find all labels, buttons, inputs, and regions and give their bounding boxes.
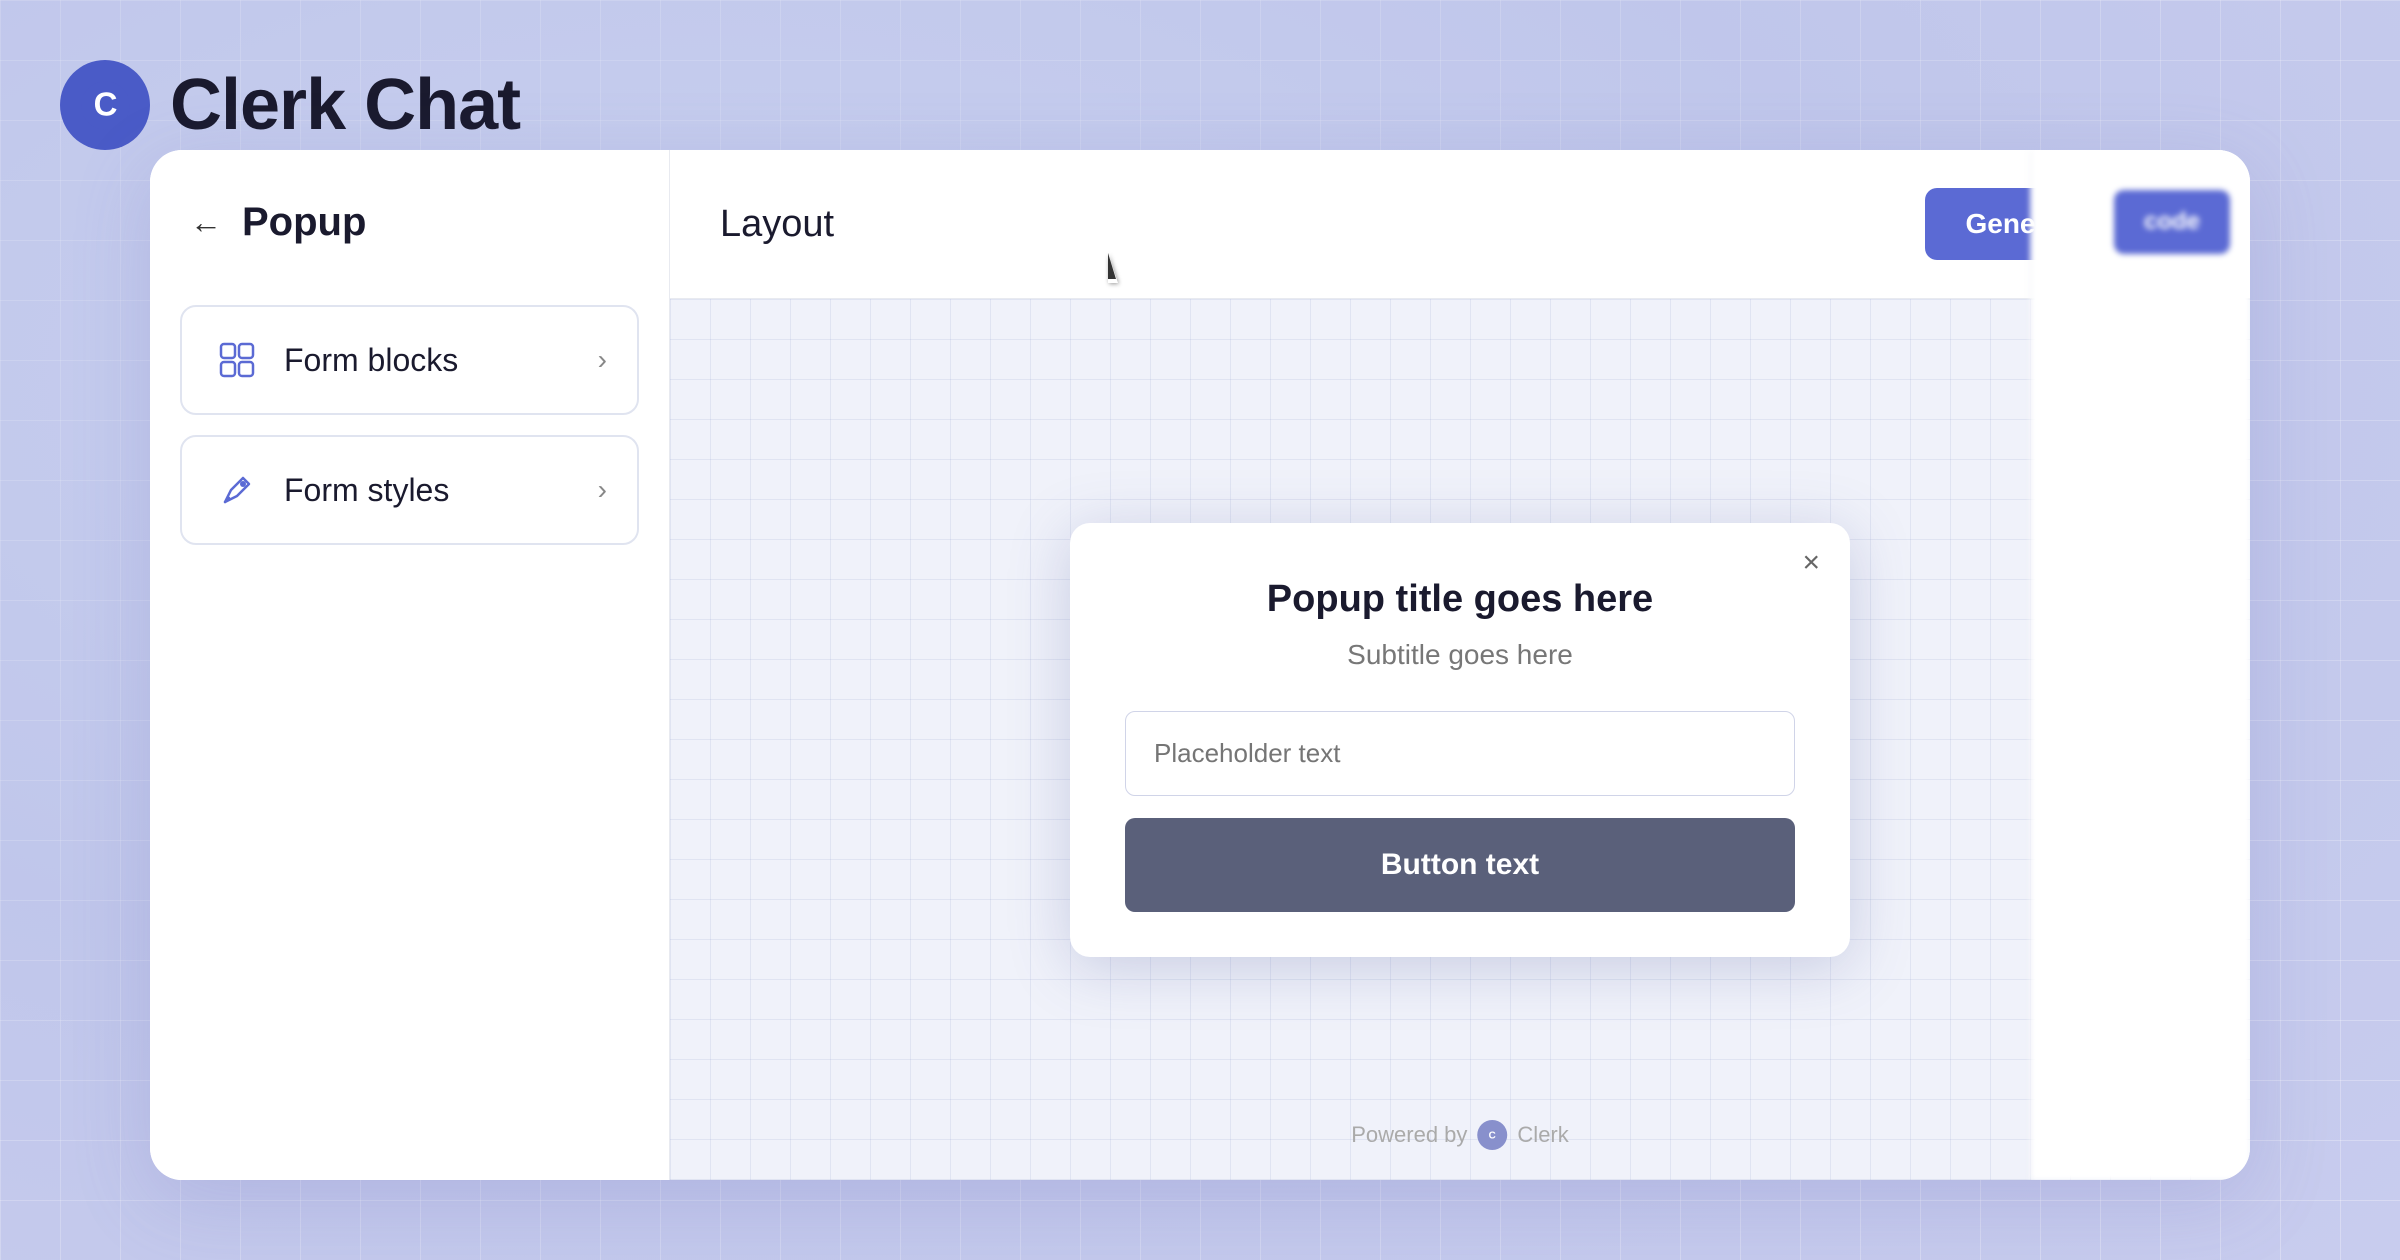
- app-title: Clerk Chat: [170, 64, 520, 146]
- popup-subtitle: Subtitle goes here: [1125, 639, 1795, 671]
- peek-generate-btn: code: [2114, 190, 2230, 254]
- svg-text:C: C: [1489, 1131, 1496, 1142]
- sidebar-item-form-blocks[interactable]: Form blocks ›: [180, 305, 639, 415]
- sidebar-item-form-styles[interactable]: Form styles ›: [180, 435, 639, 545]
- canvas-area: × Popup title goes here Subtitle goes he…: [670, 299, 2250, 1180]
- popup-preview: × Popup title goes here Subtitle goes he…: [1070, 523, 1850, 957]
- sidebar-title: Popup: [242, 200, 366, 245]
- form-blocks-label: Form blocks: [284, 342, 458, 379]
- popup-input[interactable]: [1125, 711, 1795, 796]
- back-button[interactable]: ←: [190, 204, 222, 241]
- svg-text:C: C: [93, 85, 117, 122]
- powered-by-text: Powered by: [1351, 1122, 1467, 1148]
- app-header: C Clerk Chat: [60, 60, 520, 150]
- form-blocks-icon: [212, 335, 262, 385]
- layout-title: Layout: [720, 203, 834, 246]
- sidebar-items: Form blocks › Form styles ›: [180, 305, 639, 545]
- popup-submit-button[interactable]: Button text: [1125, 818, 1795, 912]
- sidebar: ← Popup Form blocks ›: [150, 150, 670, 1180]
- form-blocks-chevron: ›: [598, 344, 607, 376]
- content-header: Layout Generate code: [670, 150, 2250, 299]
- main-content: Layout Generate code × Popup title goes …: [670, 150, 2250, 1180]
- clerk-brand-name: Clerk: [1517, 1122, 1568, 1148]
- right-peek-panel: code: [2030, 150, 2250, 1180]
- popup-title: Popup title goes here: [1125, 578, 1795, 621]
- clerk-logo-small: C: [1477, 1120, 1507, 1150]
- sidebar-header: ← Popup: [180, 190, 639, 255]
- popup-close-button[interactable]: ×: [1802, 548, 1820, 578]
- form-styles-label: Form styles: [284, 472, 449, 509]
- form-styles-icon: [212, 465, 262, 515]
- main-card: ← Popup Form blocks ›: [150, 150, 2250, 1180]
- form-styles-chevron: ›: [598, 474, 607, 506]
- powered-by-footer: Powered by C Clerk: [1351, 1120, 1569, 1150]
- app-logo: C: [60, 60, 150, 150]
